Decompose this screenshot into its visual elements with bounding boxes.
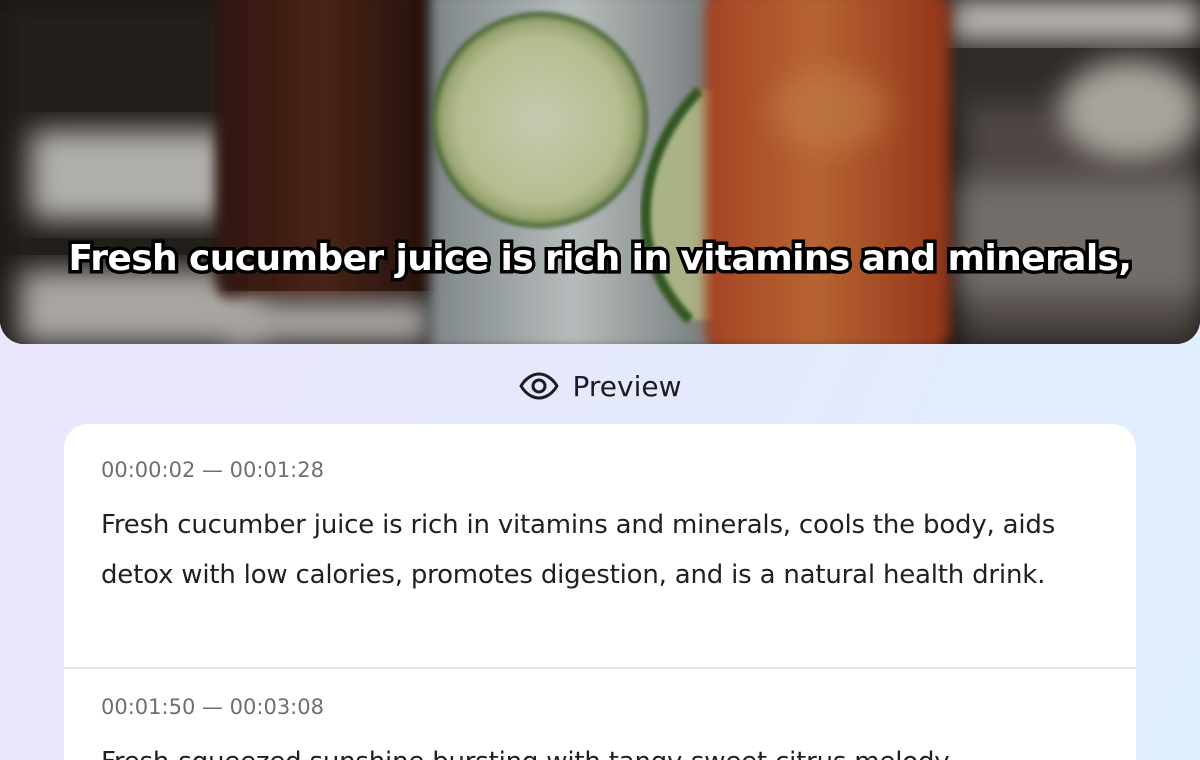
- preview-label: Preview: [572, 369, 682, 403]
- transcript-segment[interactable]: 00:00:02 — 00:01:28 Fresh cucumber juice…: [64, 424, 1136, 669]
- video-frame-image: [0, 0, 1200, 344]
- eye-icon: [519, 372, 559, 400]
- video-subtitle: Fresh cucumber juice is rich in vitamins…: [65, 235, 1136, 283]
- segment-text[interactable]: Fresh cucumber juice is rich in vitamins…: [101, 500, 1099, 600]
- segment-timestamp: 00:01:50 — 00:03:08: [101, 695, 324, 719]
- segment-timestamp: 00:00:02 — 00:01:28: [101, 458, 324, 482]
- video-preview[interactable]: Fresh cucumber juice is rich in vitamins…: [0, 0, 1200, 344]
- segment-text[interactable]: Fresh-squeezed sunshine bursting with ta…: [101, 737, 1099, 760]
- preview-header[interactable]: Preview: [0, 366, 1200, 406]
- transcript-card: 00:00:02 — 00:01:28 Fresh cucumber juice…: [64, 424, 1136, 760]
- transcript-segment[interactable]: 00:01:50 — 00:03:08 Fresh-squeezed sunsh…: [64, 669, 1136, 760]
